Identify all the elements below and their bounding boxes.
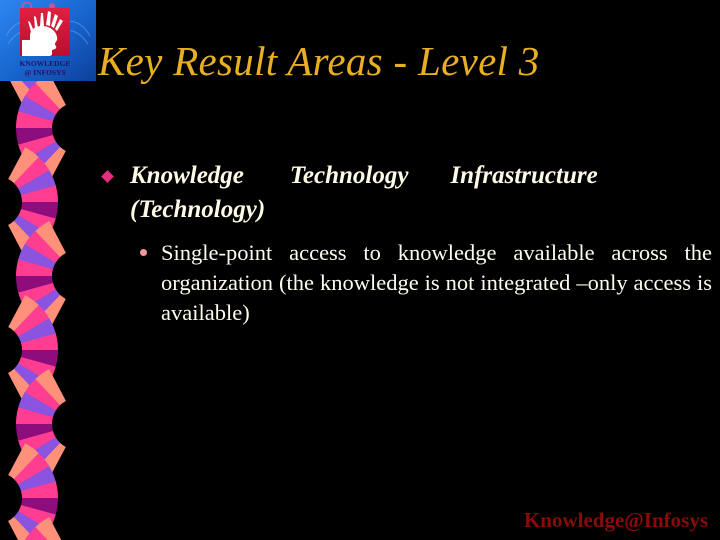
bullet-level-2: Single-point access to knowledge availab… (133, 238, 712, 358)
footer-brand: Knowledge@Infosys (523, 508, 708, 532)
page-title: Key Result Areas - Level 3 (98, 38, 540, 84)
logo-caption-line2: @ INFOSYS (24, 68, 65, 77)
slide-canvas: KNOWLEDGE @ INFOSYS Key Result Areas - L… (0, 0, 720, 540)
logo-caption-line1: KNOWLEDGE (20, 59, 71, 68)
content-body: Knowledge Technology Infrastructure (Techn… (100, 160, 712, 358)
kra-segment-technology: Technology (289, 162, 409, 189)
kra-segment-infrastructure: Infrastructure (450, 162, 598, 189)
logo-badge: KNOWLEDGE @ INFOSYS (0, 0, 96, 81)
round-bullet-icon (140, 249, 147, 256)
bullet-level-1: Knowledge Technology Infrastructure (Techn… (100, 160, 712, 226)
bullet-level-2-text: Single-point access to knowledge availab… (161, 240, 712, 325)
bullet-level-1-line-2: (Technology) (130, 196, 266, 223)
bullet-level-1-line-1: Knowledge Technology Infrastructure (130, 160, 712, 192)
kra-segment-knowledge: Knowledge (130, 162, 244, 189)
diamond-bullet-icon (101, 170, 114, 183)
